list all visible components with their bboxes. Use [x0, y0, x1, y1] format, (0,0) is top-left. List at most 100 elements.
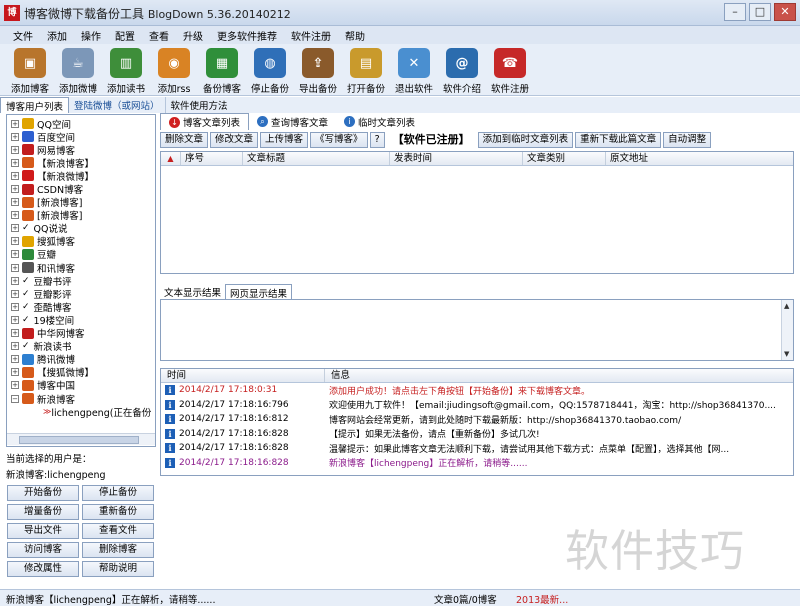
- action-button-5[interactable]: 查看文件: [82, 523, 154, 539]
- redownload-article-button[interactable]: 重新下载此篇文章: [575, 132, 662, 148]
- tab-search-article[interactable]: ⌕ 查询博客文章: [249, 113, 336, 130]
- result-scrollbar[interactable]: ▲ ▼: [781, 300, 793, 360]
- tree-item[interactable]: + 豆瓣: [7, 248, 155, 261]
- action-button-1[interactable]: 停止备份: [82, 485, 154, 501]
- tab-temp-article-list[interactable]: i 临时文章列表: [336, 113, 423, 130]
- action-button-7[interactable]: 删除博客: [82, 542, 154, 558]
- column-header-index[interactable]: 序号: [181, 152, 243, 165]
- menu-item-1[interactable]: 添加: [40, 28, 74, 43]
- tree-item[interactable]: + CSDN博客: [7, 182, 155, 196]
- action-button-3[interactable]: 重新备份: [82, 504, 154, 520]
- column-header-url[interactable]: 原文地址: [606, 152, 793, 165]
- column-header-info[interactable]: 信息: [325, 369, 793, 382]
- action-button-9[interactable]: 帮助说明: [82, 561, 154, 577]
- toolbar-button-8[interactable]: ✕ 退出软件: [390, 44, 438, 96]
- tree-item[interactable]: + ✓ 豆瓣影评: [7, 287, 155, 301]
- column-header-time[interactable]: 时间: [161, 369, 325, 382]
- tree-item[interactable]: + ✓ 豆瓣书评: [7, 274, 155, 288]
- action-button-4[interactable]: 导出文件: [7, 523, 79, 539]
- tree-item[interactable]: ≫ lichengpeng(正在备份: [7, 405, 155, 419]
- toolbar-button-0[interactable]: ▣ 添加博客: [6, 44, 54, 96]
- toolbar-button-2[interactable]: ▥ 添加读书: [102, 44, 150, 96]
- expand-toggle-icon[interactable]: +: [11, 171, 19, 180]
- expand-toggle-icon[interactable]: +: [11, 250, 19, 259]
- result-text-area[interactable]: ▲ ▼: [160, 299, 794, 361]
- tree-item[interactable]: + 【新浪微博】: [7, 169, 155, 183]
- column-header-category[interactable]: 文章类别: [523, 152, 606, 165]
- log-row[interactable]: i 2014/2/17 17:18:0:31 添加用户成功！请点击左下角按钮【开始备…: [161, 383, 793, 398]
- article-table[interactable]: ▲ 序号 文章标题 发表时间 文章类别 原文地址: [160, 151, 794, 274]
- tree-item[interactable]: + 腾讯微博: [7, 353, 155, 366]
- menu-item-8[interactable]: 帮助: [338, 28, 372, 43]
- expand-toggle-icon[interactable]: +: [11, 237, 19, 246]
- tree-item[interactable]: + 中华网博客: [7, 327, 155, 340]
- tab-software-usage[interactable]: 软件使用方法: [166, 97, 233, 113]
- action-button-2[interactable]: 增量备份: [7, 504, 79, 520]
- tree-item[interactable]: − 新浪博客: [7, 392, 155, 406]
- toolbar-button-10[interactable]: ☎ 软件注册: [486, 44, 534, 96]
- log-row[interactable]: i 2014/2/17 17:18:16:828 新浪博客【lichengpeng】…: [161, 456, 793, 471]
- expand-toggle-icon[interactable]: +: [11, 263, 19, 272]
- tree-item[interactable]: + ✓ QQ说说: [7, 222, 155, 235]
- tree-item[interactable]: + 博客中国: [7, 379, 155, 392]
- toolbar-button-6[interactable]: ⇪ 导出备份: [294, 44, 342, 96]
- auto-adjust-button[interactable]: 自动调整: [663, 132, 712, 148]
- expand-toggle-icon[interactable]: +: [11, 289, 19, 298]
- toolbar-button-9[interactable]: @ 软件介绍: [438, 44, 486, 96]
- tree-horizontal-scrollbar[interactable]: [7, 433, 155, 445]
- expand-toggle-icon[interactable]: +: [11, 368, 19, 377]
- tree-item[interactable]: + ✓ 歪酷博客: [7, 300, 155, 314]
- menu-item-5[interactable]: 升级: [176, 28, 210, 43]
- minimize-button[interactable]: –: [724, 3, 746, 21]
- menu-item-6[interactable]: 更多软件推荐: [210, 28, 284, 43]
- expand-toggle-icon[interactable]: +: [11, 355, 19, 364]
- menu-item-4[interactable]: 查看: [142, 28, 176, 43]
- tree-item[interactable]: + 【新浪博客】: [7, 156, 155, 170]
- expand-toggle-icon[interactable]: +: [11, 145, 19, 154]
- action-button-0[interactable]: 开始备份: [7, 485, 79, 501]
- toolbar-button-7[interactable]: ▤ 打开备份: [342, 44, 390, 96]
- expand-toggle-icon[interactable]: +: [11, 276, 19, 285]
- tree-item[interactable]: + 【搜狐微博】: [7, 366, 155, 379]
- expand-toggle-icon[interactable]: +: [11, 302, 19, 311]
- expand-toggle-icon[interactable]: +: [11, 224, 19, 233]
- tree-item[interactable]: + 网易博客: [7, 143, 155, 157]
- upload-blog-button[interactable]: 上传博客: [260, 132, 309, 148]
- action-button-8[interactable]: 修改属性: [7, 561, 79, 577]
- help-question-button[interactable]: ?: [369, 132, 385, 148]
- delete-article-button[interactable]: 删除文章: [160, 132, 209, 148]
- expand-toggle-icon[interactable]: +: [11, 119, 19, 128]
- tree-item[interactable]: + 百度空间: [7, 130, 155, 144]
- tree-item[interactable]: + ✓ 19楼空间: [7, 313, 155, 327]
- tab-login-weibo[interactable]: 登陆微博（或网站）: [69, 97, 166, 113]
- tab-blog-user-list[interactable]: 博客用户列表: [0, 97, 70, 113]
- tree-item[interactable]: + [新浪博客]: [7, 209, 155, 222]
- log-row[interactable]: i 2014/2/17 17:18:16:828 温馨提示：如果此博客文章无法顺利下…: [161, 441, 793, 456]
- column-header-date[interactable]: 发表时间: [390, 152, 523, 165]
- menu-item-0[interactable]: 文件: [6, 28, 40, 43]
- expand-toggle-icon[interactable]: +: [11, 158, 19, 167]
- edit-article-button[interactable]: 修改文章: [210, 132, 259, 148]
- tree-item[interactable]: + 和讯博客: [7, 261, 155, 275]
- tree-item[interactable]: + 搜狐博客: [7, 235, 155, 248]
- menu-item-2[interactable]: 操作: [74, 28, 108, 43]
- expand-toggle-icon[interactable]: +: [11, 185, 19, 194]
- expand-toggle-icon[interactable]: +: [11, 329, 19, 338]
- toolbar-button-4[interactable]: ▦ 备份博客: [198, 44, 246, 96]
- maximize-button[interactable]: □: [749, 3, 771, 21]
- tab-blog-article-list[interactable]: ↓ 博客文章列表: [160, 113, 250, 130]
- toolbar-button-5[interactable]: ◍ 停止备份: [246, 44, 294, 96]
- log-row[interactable]: i 2014/2/17 17:18:16:812 博客网站会经常更新，请到此处随时下…: [161, 412, 793, 427]
- close-button[interactable]: ✕: [774, 3, 796, 21]
- menu-item-3[interactable]: 配置: [108, 28, 142, 43]
- expand-toggle-icon[interactable]: +: [11, 198, 19, 207]
- write-blog-button[interactable]: 《写博客》: [310, 132, 368, 148]
- log-row[interactable]: i 2014/2/17 17:18:16:796 欢迎使用九丁软件！【email:j…: [161, 398, 793, 413]
- expand-toggle-icon[interactable]: +: [11, 132, 19, 141]
- expand-toggle-icon[interactable]: +: [11, 381, 19, 390]
- sort-arrow-icon[interactable]: ▲: [161, 152, 181, 165]
- log-row[interactable]: i 2014/2/17 17:18:16:828 【提示】如果无法备份，请点【重新备…: [161, 427, 793, 442]
- expand-toggle-icon[interactable]: +: [11, 211, 19, 220]
- action-button-6[interactable]: 访问博客: [7, 542, 79, 558]
- toolbar-button-3[interactable]: ◉ 添加rss: [150, 44, 198, 96]
